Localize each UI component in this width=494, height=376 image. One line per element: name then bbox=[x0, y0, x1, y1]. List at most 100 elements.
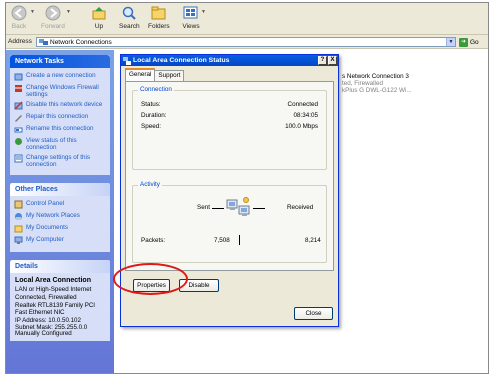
task-label: Create a new connection bbox=[26, 72, 96, 79]
status-icon bbox=[14, 137, 23, 146]
up-button[interactable]: Up bbox=[90, 4, 108, 34]
status-label: Status: bbox=[141, 101, 161, 108]
details-line: Connected, Firewalled bbox=[15, 294, 77, 301]
task-link[interactable]: View status of this connection bbox=[14, 137, 106, 151]
back-dropdown-icon[interactable]: ▼ bbox=[30, 9, 35, 15]
packets-sent-value: 7,508 bbox=[214, 237, 230, 244]
task-label: Change settings of this connection bbox=[26, 154, 91, 168]
folder-up-icon bbox=[90, 4, 108, 22]
details-header[interactable]: Details bbox=[10, 260, 110, 273]
forward-arrow-icon bbox=[44, 4, 62, 22]
connection-device: kPlus G DWL-G122 Wi... bbox=[342, 87, 412, 94]
settings-icon bbox=[14, 154, 23, 163]
wireless-connection-item[interactable]: s Network Connection 3 ted, Firewalled k… bbox=[342, 73, 412, 94]
task-link[interactable]: Repair this connection bbox=[14, 113, 106, 122]
status-value: Connected bbox=[287, 101, 318, 108]
details-name: Local Area Connection bbox=[15, 277, 91, 284]
task-label: Control Panel bbox=[26, 200, 65, 207]
search-button[interactable]: Search bbox=[119, 4, 140, 34]
task-link[interactable]: Rename this connection bbox=[14, 125, 106, 134]
explorer-window: Back ▼ Forward ▼ Up Search Folders Views… bbox=[5, 2, 489, 374]
close-button[interactable]: Close bbox=[294, 307, 333, 320]
details-line: Realtek RTL8139 Family PCI Fast Ethernet… bbox=[15, 302, 96, 316]
folders-button[interactable]: Folders bbox=[148, 4, 170, 34]
task-link[interactable]: My Network Places bbox=[14, 212, 106, 221]
task-label: My Computer bbox=[26, 236, 64, 243]
firewall-icon bbox=[14, 84, 23, 93]
repair-icon bbox=[14, 113, 23, 122]
annotation-circle bbox=[113, 263, 188, 295]
task-link[interactable]: My Documents bbox=[14, 224, 106, 233]
tab-support[interactable]: Support bbox=[154, 70, 185, 81]
address-dropdown-icon[interactable]: ▼ bbox=[446, 38, 455, 46]
speed-label: Speed: bbox=[141, 123, 161, 130]
details-panel: Details Local Area Connection LAN or Hig… bbox=[10, 260, 110, 341]
documents-icon bbox=[14, 224, 23, 233]
duration-row: Duration: 08:34:05 bbox=[141, 112, 318, 119]
toolbar: Back ▼ Forward ▼ Up Search Folders Views… bbox=[6, 3, 488, 35]
connection-group: Connection Status: Connected Duration: 0… bbox=[132, 86, 327, 170]
back-button[interactable]: Back bbox=[10, 4, 28, 34]
duration-label: Duration: bbox=[141, 112, 167, 119]
task-pane: Network Tasks Create a new connection Cha… bbox=[6, 50, 114, 373]
sent-line bbox=[212, 208, 224, 209]
task-label: Rename this connection bbox=[26, 125, 94, 132]
network-icon bbox=[123, 56, 131, 65]
sent-label: Sent bbox=[197, 204, 210, 211]
network-places-icon bbox=[14, 212, 23, 221]
task-link[interactable]: Disable this network device bbox=[14, 101, 106, 110]
details-line: Manually Configured bbox=[15, 330, 72, 337]
views-icon bbox=[182, 4, 200, 22]
task-link[interactable]: Change Windows Firewall settings bbox=[14, 84, 106, 98]
task-label: Change Windows Firewall settings bbox=[26, 84, 99, 98]
other-places-panel: Other Places Control Panel My Network Pla… bbox=[10, 183, 110, 252]
network-tasks-header[interactable]: Network Tasks bbox=[10, 55, 110, 68]
address-bar: Address Network Connections ▼ ➜ Go bbox=[6, 35, 488, 49]
go-arrow-icon: ➜ bbox=[459, 37, 468, 47]
task-label: My Network Places bbox=[26, 212, 80, 219]
help-button[interactable]: ? bbox=[318, 56, 327, 65]
search-icon bbox=[120, 4, 138, 22]
dialog-title: Local Area Connection Status bbox=[133, 57, 230, 64]
forward-dropdown-icon[interactable]: ▼ bbox=[66, 9, 71, 15]
address-value: Network Connections bbox=[50, 38, 112, 46]
forward-button[interactable]: Forward bbox=[41, 4, 65, 34]
task-link[interactable]: Create a new connection bbox=[14, 72, 106, 81]
connection-name: s Network Connection 3 bbox=[342, 73, 409, 80]
computer-icon bbox=[14, 236, 23, 245]
tab-general[interactable]: General bbox=[125, 68, 156, 81]
packets-received-value: 8,214 bbox=[305, 237, 321, 244]
network-tasks-panel: Network Tasks Create a new connection Cha… bbox=[10, 55, 110, 175]
duration-value: 08:34:05 bbox=[293, 112, 318, 119]
views-button[interactable]: Views bbox=[182, 4, 200, 34]
go-button[interactable]: ➜ Go bbox=[459, 37, 479, 47]
status-row: Status: Connected bbox=[141, 101, 318, 108]
disable-device-icon bbox=[14, 101, 23, 110]
received-line bbox=[253, 208, 265, 209]
address-label: Address bbox=[8, 38, 32, 45]
other-places-header[interactable]: Other Places bbox=[10, 183, 110, 196]
activity-group-title: Activity bbox=[138, 181, 162, 188]
task-label: Repair this connection bbox=[26, 113, 89, 120]
task-link[interactable]: Control Panel bbox=[14, 200, 106, 209]
details-line: LAN or High-Speed Internet bbox=[15, 286, 92, 293]
task-label: My Documents bbox=[26, 224, 68, 231]
general-tab-panel: Connection Status: Connected Duration: 0… bbox=[125, 81, 334, 271]
back-arrow-icon bbox=[10, 4, 28, 22]
folders-icon bbox=[150, 4, 168, 22]
control-panel-icon bbox=[14, 200, 23, 209]
rename-icon bbox=[14, 125, 23, 134]
dialog-titlebar[interactable]: Local Area Connection Status ? X bbox=[121, 55, 338, 66]
address-field[interactable]: Network Connections ▼ bbox=[36, 37, 456, 47]
speed-row: Speed: 100.0 Mbps bbox=[141, 123, 318, 130]
network-activity-icon bbox=[226, 197, 250, 216]
received-label: Received bbox=[287, 204, 314, 211]
speed-value: 100.0 Mbps bbox=[285, 123, 318, 130]
task-link[interactable]: My Computer bbox=[14, 236, 106, 245]
views-dropdown-icon[interactable]: ▼ bbox=[201, 9, 206, 15]
create-connection-icon bbox=[14, 72, 23, 81]
connection-status: ted, Firewalled bbox=[342, 80, 383, 87]
close-icon[interactable]: X bbox=[328, 56, 337, 65]
details-body: Local Area Connection LAN or High-Speed … bbox=[10, 273, 110, 341]
task-link[interactable]: Change settings of this connection bbox=[14, 154, 106, 168]
